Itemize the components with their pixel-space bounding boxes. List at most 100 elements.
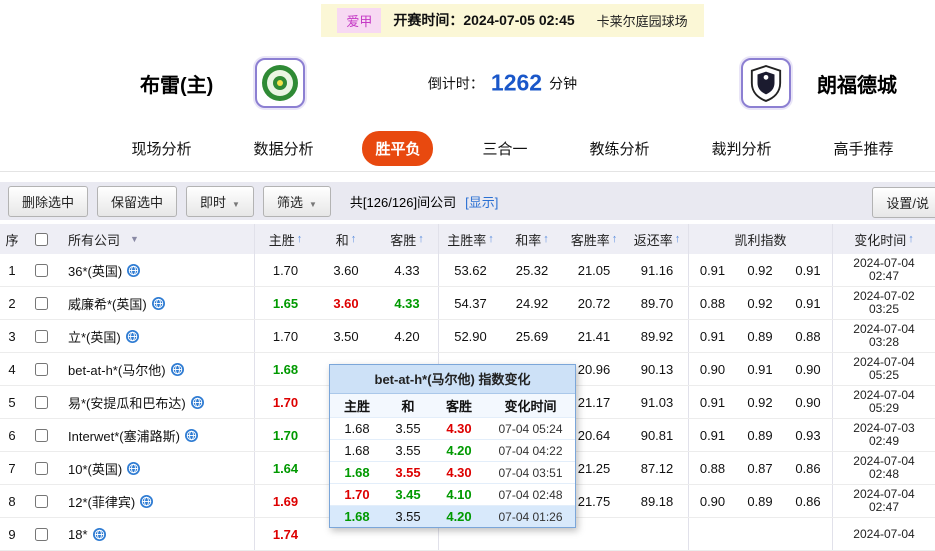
- row-checkbox[interactable]: [34, 461, 48, 475]
- globe-icon: [151, 296, 165, 310]
- return-rate: 91.03: [640, 394, 674, 410]
- row-checkbox-cell: [24, 419, 58, 451]
- filter-dropdown[interactable]: 筛选 ▼: [262, 185, 331, 217]
- col-home-odds[interactable]: 主胜 ↑: [254, 224, 316, 254]
- home-odds: 1.74: [254, 518, 316, 550]
- instant-dropdown[interactable]: 即时 ▼: [186, 185, 254, 217]
- popup-row: 1.68 3.55 4.30 07-04 03:51: [330, 461, 575, 483]
- row-index: 8: [8, 493, 16, 509]
- popup-draw-odds: 3.55: [395, 443, 421, 458]
- col-company[interactable]: 所有公司 ▼: [58, 224, 254, 254]
- kelly-home: [688, 518, 736, 550]
- row-checkbox[interactable]: [34, 428, 48, 442]
- league-badge[interactable]: 爱甲: [337, 7, 382, 33]
- popup-change-time: 07-04 05:24: [498, 421, 563, 436]
- home-win-rate: 54.37: [438, 287, 502, 319]
- kelly-draw: 0.92: [747, 394, 773, 410]
- nav-tab-win-draw-lose[interactable]: 胜平负: [362, 131, 434, 166]
- kelly-draw: 0.92: [747, 295, 773, 311]
- company-cell[interactable]: 立*(英国): [58, 320, 254, 352]
- row-checkbox[interactable]: [34, 527, 48, 541]
- popup-draw-odds: 3.55: [395, 465, 421, 480]
- company-name: 36*(英国): [68, 263, 123, 279]
- col-return-rate[interactable]: 返还率 ↑: [626, 224, 688, 254]
- kelly-draw: 0.89: [747, 328, 773, 344]
- sort-up-icon: ↑: [674, 233, 681, 245]
- col-draw-odds[interactable]: 和 ↑: [316, 224, 376, 254]
- col-away-rate-label: 客胜率: [570, 232, 610, 248]
- popup-away-odds: 4.10: [446, 487, 472, 502]
- row-checkbox[interactable]: [34, 329, 48, 343]
- company-cell[interactable]: Interwet*(塞浦路斯): [58, 419, 254, 451]
- row-checkbox-cell: [24, 452, 58, 484]
- company-name: 12*(菲律宾): [68, 494, 136, 510]
- popup-away-odds: 4.20: [446, 509, 472, 524]
- row-index: 3: [8, 328, 16, 344]
- company-cell[interactable]: 18*: [58, 518, 254, 550]
- row-checkbox[interactable]: [34, 263, 48, 277]
- odds-change-popup: bet-at-h*(马尔他) 指数变化 主胜 和 客胜 变化时间 1.68 3.5…: [329, 364, 576, 528]
- kelly-home: 0.91: [688, 386, 736, 418]
- kelly-home: 0.91: [688, 419, 736, 451]
- keep-selected-button[interactable]: 保留选中: [97, 185, 178, 217]
- nav-tab-referee-analysis[interactable]: 裁判分析: [699, 131, 785, 166]
- kelly-away: 0.93: [795, 427, 821, 443]
- draw-rate: 25.69: [515, 328, 549, 344]
- company-cell[interactable]: 威廉希*(英国): [58, 287, 254, 319]
- settings-button[interactable]: 设置/说: [872, 187, 935, 218]
- return-rate: 87.12: [640, 460, 674, 476]
- change-time: 2024-07-04 02:47: [832, 485, 935, 517]
- show-link[interactable]: [显示]: [465, 192, 498, 211]
- col-away-rate[interactable]: 客胜率 ↑: [562, 224, 626, 254]
- nav-tab-coach-analysis[interactable]: 教练分析: [577, 131, 663, 166]
- nav-tab-data-analysis[interactable]: 数据分析: [240, 131, 326, 166]
- kelly-home: 0.90: [688, 353, 736, 385]
- row-checkbox[interactable]: [34, 362, 48, 376]
- nav-tab-three-in-one[interactable]: 三合一: [469, 131, 540, 166]
- change-time: 2024-07-03 02:49: [832, 419, 935, 451]
- col-away-odds-label: 客胜: [390, 232, 417, 248]
- company-name: 立*(英国): [68, 329, 121, 345]
- select-all-checkbox[interactable]: [34, 232, 48, 246]
- popup-away-odds: 4.30: [446, 421, 472, 436]
- company-cell[interactable]: 易*(安提瓜和巴布达): [58, 386, 254, 418]
- row-index: 6: [8, 427, 16, 443]
- col-draw-odds-label: 和: [335, 232, 349, 248]
- col-away-odds[interactable]: 客胜 ↑: [376, 224, 438, 254]
- popup-col-draw: 和: [401, 399, 415, 414]
- company-cell[interactable]: bet-at-h*(马尔他): [58, 353, 254, 385]
- row-checkbox[interactable]: [34, 395, 48, 409]
- col-home-rate[interactable]: 主胜率 ↑: [438, 224, 502, 254]
- delete-selected-button[interactable]: 删除选中: [8, 185, 89, 217]
- match-info-strip: 爱甲 开赛时间：2024-07-05 02:45 卡莱尔庭园球场: [321, 3, 704, 37]
- kelly-away: 0.91: [795, 295, 821, 311]
- kelly-away: 0.90: [795, 394, 821, 410]
- col-draw-rate[interactable]: 和率 ↑: [502, 224, 562, 254]
- away-odds: 4.20: [394, 328, 420, 344]
- row-checkbox[interactable]: [34, 494, 48, 508]
- return-rate: 89.70: [640, 295, 674, 311]
- company-cell[interactable]: 12*(菲律宾): [58, 485, 254, 517]
- nav-tab-live-analysis[interactable]: 现场分析: [118, 131, 204, 166]
- return-rate: 89.18: [640, 493, 674, 509]
- kelly-away: 0.90: [795, 361, 821, 377]
- popup-home-odds: 1.68: [344, 443, 370, 458]
- globe-icon: [190, 395, 204, 409]
- popup-change-time: 07-04 03:51: [498, 465, 563, 480]
- home-win-rate: 53.62: [438, 254, 502, 286]
- popup-title: bet-at-h*(马尔他) 指数变化: [330, 365, 575, 394]
- return-rate: 89.92: [640, 328, 674, 344]
- company-cell[interactable]: 36*(英国): [58, 254, 254, 286]
- popup-away-odds: 4.30: [446, 465, 472, 480]
- popup-change-time: 07-04 01:26: [498, 509, 563, 524]
- popup-header: 主胜 和 客胜 变化时间: [330, 394, 575, 417]
- popup-draw-odds: 3.55: [395, 509, 421, 524]
- globe-icon: [170, 362, 184, 376]
- company-name: 18*: [68, 526, 88, 542]
- company-cell[interactable]: 10*(英国): [58, 452, 254, 484]
- kelly-away: [784, 518, 832, 550]
- sort-up-icon: ↑: [611, 233, 618, 245]
- col-change-time[interactable]: 变化时间 ↑: [832, 224, 935, 254]
- nav-tab-expert-picks[interactable]: 高手推荐: [821, 131, 907, 166]
- row-checkbox[interactable]: [34, 296, 48, 310]
